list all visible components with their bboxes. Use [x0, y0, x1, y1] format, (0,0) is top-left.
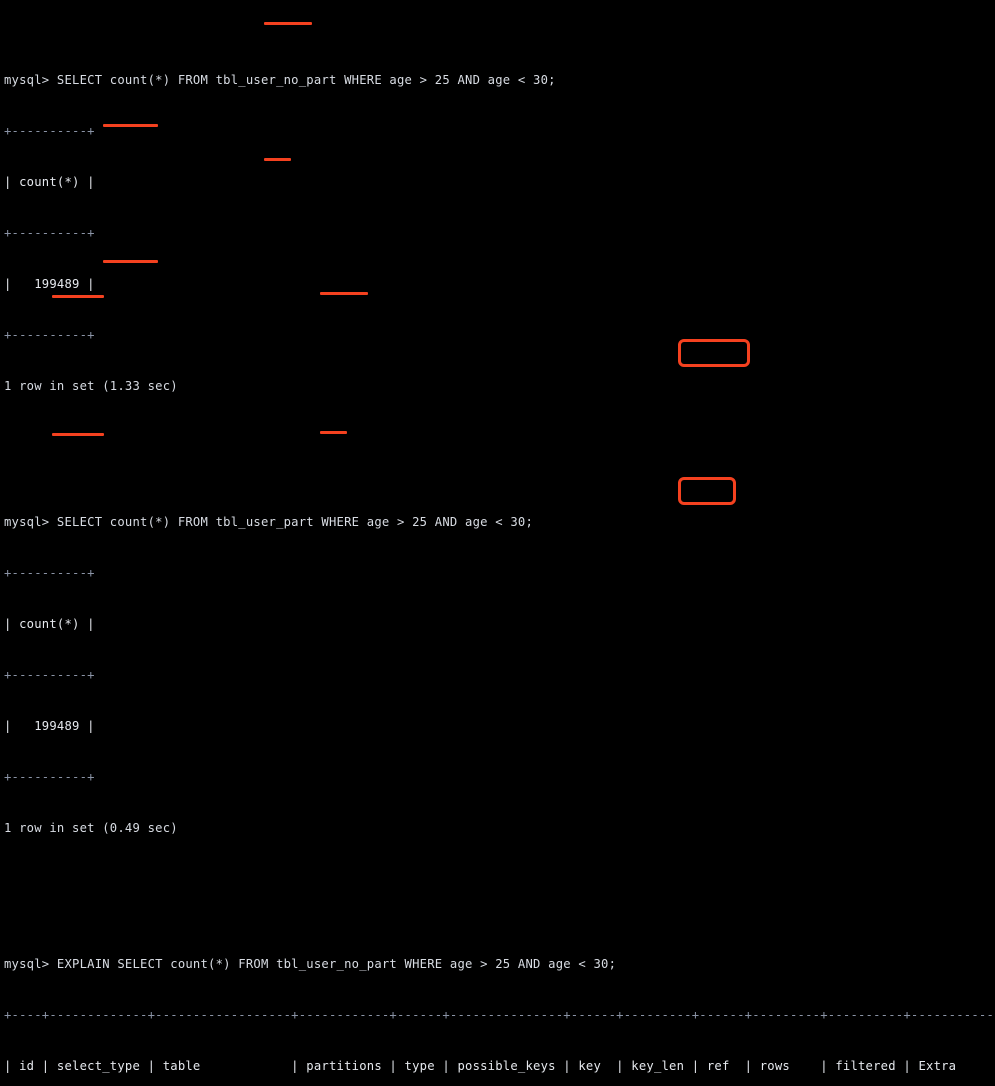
table-rule-top: +----------+ [4, 124, 95, 138]
table-rule-bottom: +----------+ [4, 770, 95, 784]
table-rule-mid: +----------+ [4, 226, 95, 240]
terminal-window[interactable]: mysql> SELECT count(*) FROM tbl_user_no_… [0, 0, 995, 1073]
table-rule-mid: +----------+ [4, 668, 95, 682]
status-line-select-no-part: 1 row in set (1.33 sec) [4, 379, 178, 393]
command-line-explain-no-part: mysql> EXPLAIN SELECT count(*) FROM tbl_… [4, 957, 617, 971]
explain-rule-top: +----+-------------+------------------+-… [4, 1008, 995, 1022]
terminal-output: mysql> SELECT count(*) FROM tbl_user_no_… [4, 4, 995, 1086]
table-rule-bottom: +----------+ [4, 328, 95, 342]
status-line-select-part: 1 row in set (0.49 sec) [4, 821, 178, 835]
explain-header-row: | id | select_type | table | partitions … [4, 1059, 995, 1073]
table-header-row: | count(*) | [4, 617, 95, 631]
table-data-row: | 199489 | [4, 277, 95, 291]
table-header-row: | count(*) | [4, 175, 95, 189]
command-line-select-part: mysql> SELECT count(*) FROM tbl_user_par… [4, 515, 534, 529]
table-data-row: | 199489 | [4, 719, 95, 733]
command-line-select-no-part: mysql> SELECT count(*) FROM tbl_user_no_… [4, 73, 556, 87]
table-rule-top: +----------+ [4, 566, 95, 580]
